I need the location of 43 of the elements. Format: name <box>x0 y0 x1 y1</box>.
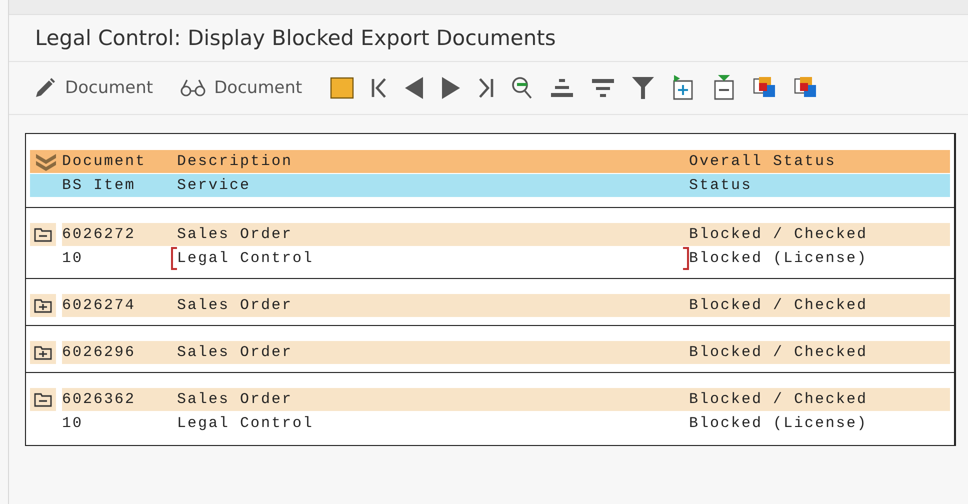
column-header: Overall Status <box>689 153 836 170</box>
collapse-all-icon[interactable] <box>35 152 57 170</box>
note-icon[interactable] <box>329 76 356 100</box>
window-title: Legal Control: Display Blocked Export Documents <box>35 26 556 50</box>
table-cell-text: 6026296 <box>62 344 137 361</box>
find-icon[interactable] <box>510 75 534 101</box>
table-cell-text: 6026274 <box>62 297 137 314</box>
sort-descending-icon[interactable] <box>590 77 616 99</box>
table-cell: Blocked (License) <box>689 250 868 267</box>
pencil-icon <box>33 76 57 100</box>
table-cell-text: 10 <box>62 415 84 432</box>
column-header: Service <box>177 177 252 194</box>
expand-folder-icon[interactable] <box>34 298 52 312</box>
column-header: Document <box>62 153 148 170</box>
column-header: Status <box>689 177 752 194</box>
first-page-icon[interactable] <box>370 76 388 100</box>
glasses-icon <box>180 78 206 98</box>
expand-folder-icon[interactable] <box>34 346 52 360</box>
table-cell-text: Sales Order <box>177 226 294 243</box>
next-page-icon[interactable] <box>440 76 462 100</box>
table-cell: Blocked / Checked <box>689 297 868 314</box>
table-cell-text: 6026272 <box>62 226 137 243</box>
table-cell-text: Sales Order <box>177 297 294 314</box>
table-cell-text: Sales Order <box>177 344 294 361</box>
table-cell: Blocked / Checked <box>689 391 868 408</box>
sort-ascending-icon[interactable] <box>549 77 576 99</box>
collapse-folder-icon[interactable] <box>34 392 52 406</box>
table-cell: Blocked / Checked <box>689 344 868 361</box>
column-header: BS Item <box>62 177 137 194</box>
table-cell: Blocked (License) <box>689 415 868 432</box>
last-page-icon[interactable] <box>477 76 496 100</box>
table-cell-text: Legal Control <box>176 414 315 434</box>
filter-icon[interactable] <box>631 75 656 101</box>
table-cell-text: 10 <box>62 250 84 267</box>
document-button[interactable]: Document <box>180 78 302 98</box>
table-cell: Legal Control <box>171 247 689 270</box>
table-cell-text: Sales Order <box>177 391 294 408</box>
document-button[interactable]: Document <box>33 76 154 100</box>
collapse-folder-icon[interactable] <box>34 228 52 242</box>
previous-page-icon[interactable] <box>403 76 426 100</box>
column-header: Description <box>177 153 294 170</box>
table-cell: Blocked / Checked <box>689 226 868 243</box>
table-cell-text: 6026362 <box>62 391 137 408</box>
